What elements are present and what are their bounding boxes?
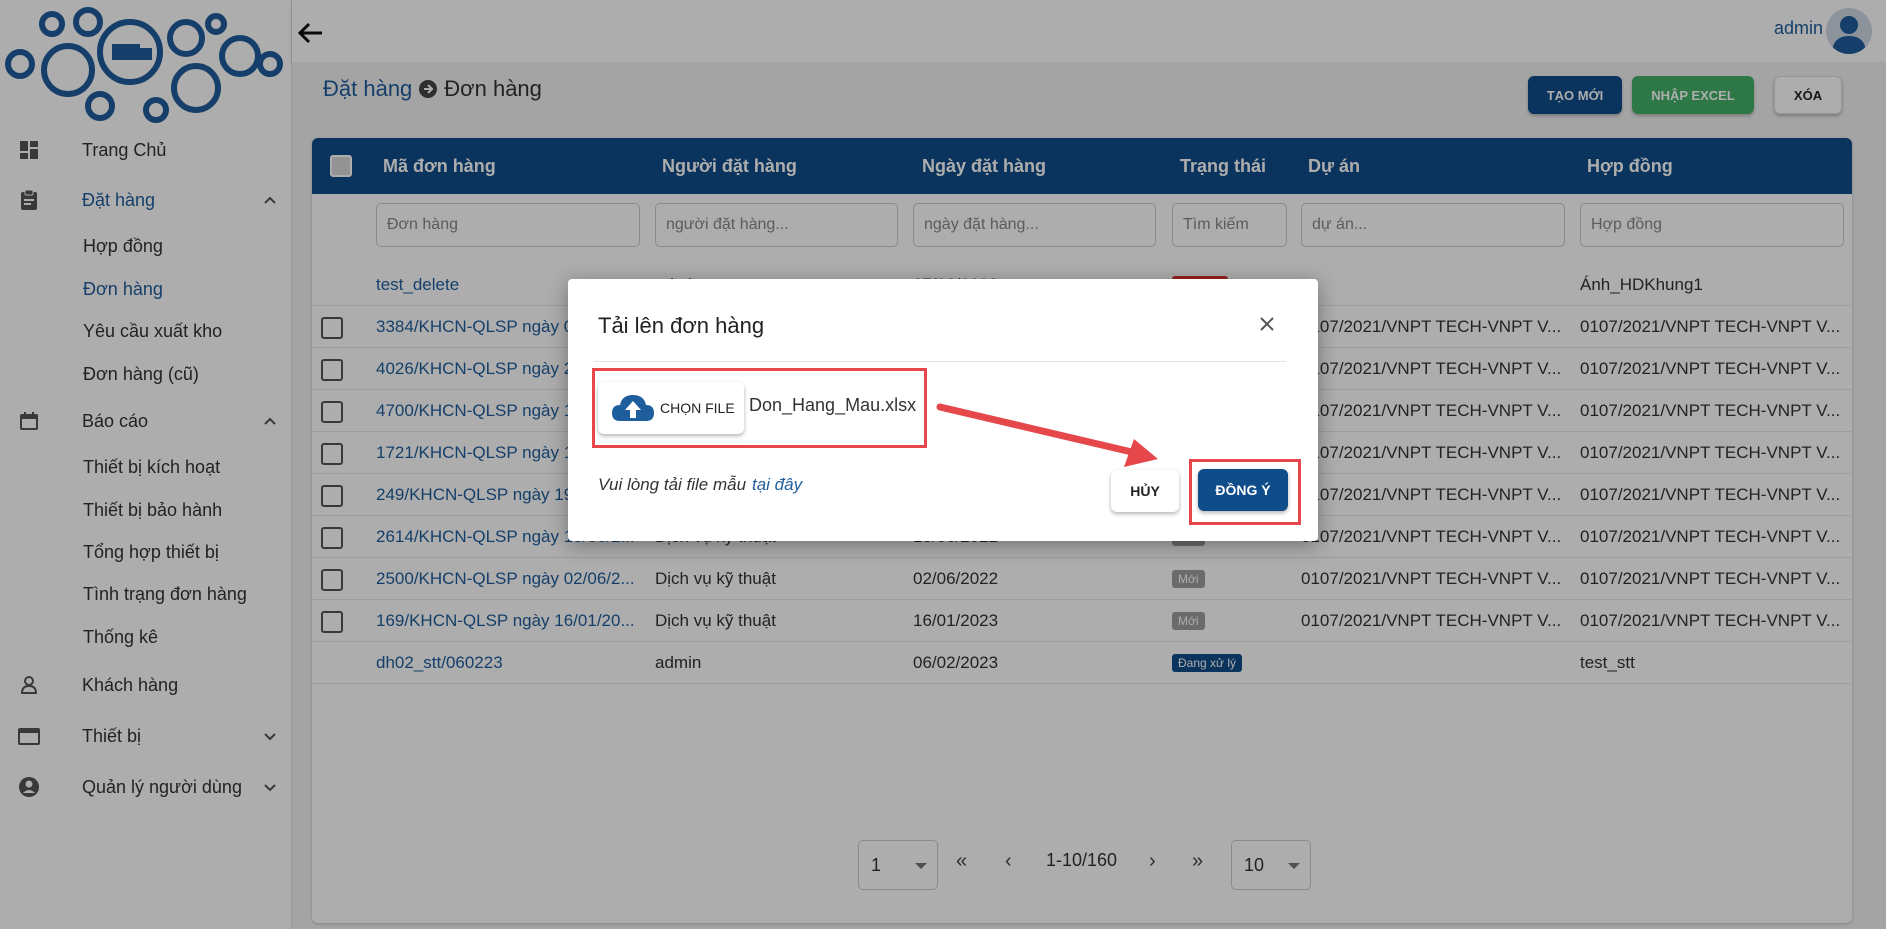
cloud-upload-icon: [612, 395, 654, 421]
divider: [594, 361, 1286, 362]
template-hint: Vui lòng tải file mẫu: [598, 475, 747, 494]
choose-file-label: CHỌN FILE: [660, 400, 735, 416]
choose-file-button[interactable]: CHỌN FILE: [598, 382, 744, 434]
confirm-button[interactable]: ĐỒNG Ý: [1198, 469, 1288, 511]
close-icon[interactable]: [1256, 313, 1278, 335]
cancel-button[interactable]: HỦY: [1111, 470, 1179, 512]
selected-file-name: Don_Hang_Mau.xlsx: [749, 395, 917, 415]
template-download-link[interactable]: tại đây: [752, 475, 802, 495]
dialog-title: Tải lên đơn hàng: [598, 313, 765, 338]
annotation-arrow-icon: [936, 403, 1158, 467]
